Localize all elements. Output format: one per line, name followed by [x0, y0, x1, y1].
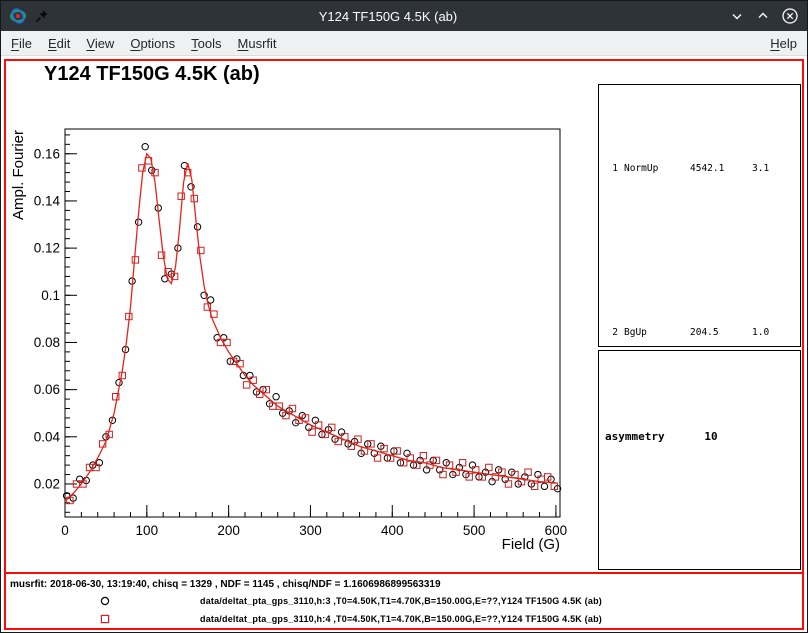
param-name: NormUp	[624, 87, 684, 251]
param-value: 4542.1	[690, 87, 746, 251]
parameter-row: 2BgUp204.51.0	[604, 251, 800, 347]
menu-item-help[interactable]: Help	[762, 33, 805, 54]
theory-line: simplExpo 11	[605, 518, 800, 570]
menu-item-options[interactable]: Options	[122, 33, 183, 54]
parameter-row: 1NormUp4542.13.1	[604, 87, 800, 251]
pushpin-icon[interactable]	[35, 9, 49, 23]
svg-text:100: 100	[136, 523, 159, 538]
svg-text:400: 400	[381, 523, 404, 538]
svg-text:0.04: 0.04	[34, 429, 61, 444]
svg-text:500: 500	[463, 523, 486, 538]
theory-line: asymmetry 10	[605, 357, 800, 518]
menubar: FileEditViewOptionsToolsMusrfit Help	[1, 31, 807, 56]
svg-text:0.14: 0.14	[34, 193, 61, 208]
svg-text:200: 200	[217, 523, 240, 538]
window-title: Y124 TF150G 4.5K (ab)	[57, 9, 719, 24]
legend-row: data/deltat_pta_gps_3110,h:4 ,T0=4.50K,T…	[100, 612, 602, 626]
root-canvas[interactable]: Y124 TF150G 4.5K (ab) 010020030040050060…	[4, 59, 804, 630]
menu-item-edit[interactable]: Edit	[40, 33, 78, 54]
param-error: 1.0	[752, 251, 800, 347]
titlebar[interactable]: Y124 TF150G 4.5K (ab)	[1, 1, 807, 31]
svg-text:300: 300	[299, 523, 322, 538]
svg-text:Field (G): Field (G)	[502, 536, 560, 553]
menu-item-view[interactable]: View	[78, 33, 122, 54]
svg-text:Ampl. Fourier: Ampl. Fourier	[10, 130, 27, 220]
parameter-box: 1NormUp4542.13.12BgUp204.51.03PhaseUp18.…	[598, 84, 801, 347]
plot-svg[interactable]: 01002003004005006000.020.040.060.080.10.…	[6, 61, 606, 566]
param-num: 2	[604, 251, 618, 347]
svg-text:0.12: 0.12	[34, 241, 60, 256]
legend-text: data/deltat_pta_gps_3110,h:3 ,T0=4.50K,T…	[200, 596, 602, 606]
app-window: Y124 TF150G 4.5K (ab) FileEditViewOption…	[0, 0, 808, 633]
info-pad: musrfit: 2018-06-30, 13:19:40, chisq = 1…	[6, 572, 802, 628]
musrview-app-icon[interactable]	[9, 8, 27, 24]
chevron-down-icon[interactable]	[729, 8, 745, 24]
menu-item-file[interactable]: File	[3, 33, 40, 54]
svg-text:0.08: 0.08	[34, 335, 60, 350]
svg-text:0: 0	[61, 523, 69, 538]
svg-text:0.16: 0.16	[34, 146, 60, 161]
theory-box: asymmetry 10simplExpo 11TFieldCos map1 f…	[598, 350, 801, 570]
svg-text:0.1: 0.1	[41, 288, 60, 303]
param-name: BgUp	[624, 251, 684, 347]
param-value: 204.5	[690, 251, 746, 347]
param-error: 3.1	[752, 87, 800, 251]
canvas-area: Y124 TF150G 4.5K (ab) 010020030040050060…	[1, 56, 807, 632]
close-circle-icon[interactable]	[781, 7, 799, 25]
menu-item-tools[interactable]: Tools	[183, 33, 229, 54]
legend-row: data/deltat_pta_gps_3110,h:3 ,T0=4.50K,T…	[100, 594, 602, 608]
svg-text:0.06: 0.06	[34, 382, 60, 397]
param-num: 1	[604, 87, 618, 251]
fit-info: musrfit: 2018-06-30, 13:19:40, chisq = 1…	[10, 579, 441, 590]
circle-icon	[100, 596, 110, 606]
chevron-up-icon[interactable]	[755, 8, 771, 24]
svg-text:0.02: 0.02	[34, 476, 60, 491]
legend-text: data/deltat_pta_gps_3110,h:4 ,T0=4.50K,T…	[200, 614, 602, 624]
menu-item-musrfit[interactable]: Musrfit	[230, 33, 285, 54]
square-icon	[100, 614, 110, 624]
